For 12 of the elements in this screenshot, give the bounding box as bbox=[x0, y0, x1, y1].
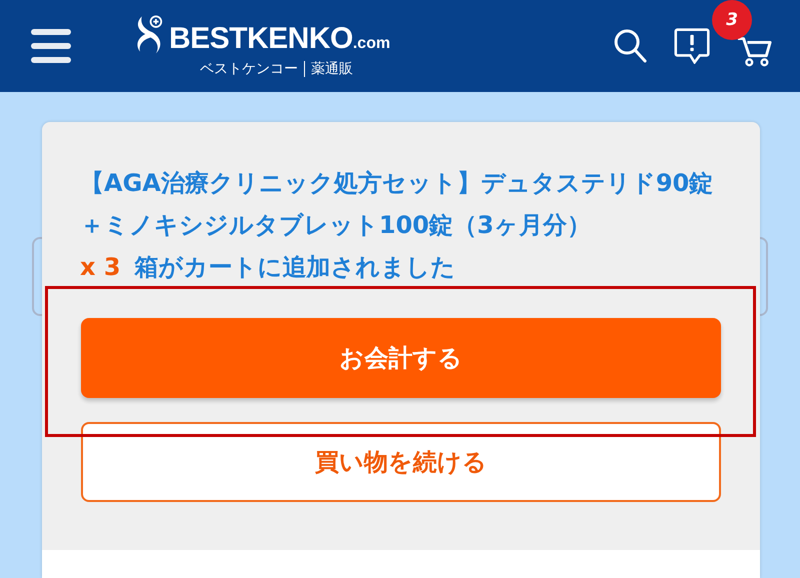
logo-wordmark[interactable]: BESTKENKO.com bbox=[169, 24, 390, 54]
cart-count-badge: 3 bbox=[712, 0, 752, 40]
continue-shopping-button[interactable]: 買い物を続ける bbox=[81, 422, 721, 502]
logo-tagline: 薬通販 bbox=[311, 60, 354, 78]
logo-tagline: ベストケンコー bbox=[200, 60, 298, 78]
menu-icon[interactable] bbox=[31, 29, 71, 63]
search-icon[interactable] bbox=[612, 28, 648, 64]
quantity-text: x 3 bbox=[80, 252, 121, 283]
product-title: 【AGA治療クリニック処方セット】デュタステリド90錠＋ミノキシジルタブレット100錠（3ヶ月分） bbox=[80, 168, 714, 241]
added-message: 箱がカートに追加されました bbox=[134, 252, 456, 283]
checkout-button[interactable]: お会計する bbox=[81, 318, 721, 398]
alert-chat-icon[interactable] bbox=[674, 28, 710, 64]
